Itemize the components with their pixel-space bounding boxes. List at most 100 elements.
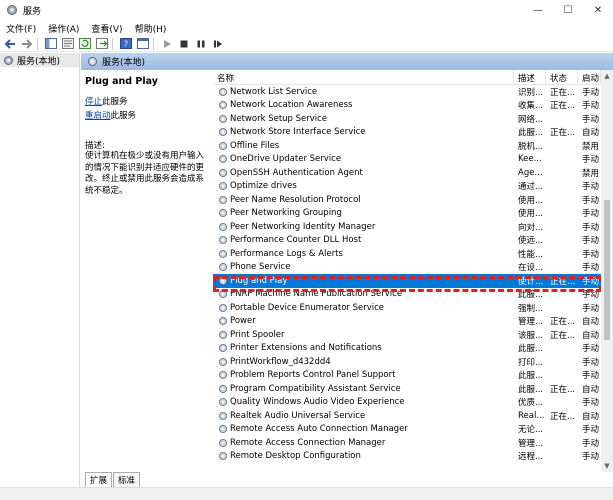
service-row[interactable]: Remote Access Connection Manager 管理... 手动 xyxy=(213,436,601,450)
service-description: 此服... xyxy=(518,290,544,301)
service-name: Peer Networking Identity Manager xyxy=(213,222,514,232)
restart-icon[interactable] xyxy=(211,37,225,51)
service-startup-type: 手动 xyxy=(582,290,600,301)
service-row[interactable]: Peer Networking Identity Manager 向对... 手动 xyxy=(213,220,601,234)
service-gear-icon xyxy=(218,87,228,96)
service-name: PrintWorkflow_d432dd4 xyxy=(213,357,514,367)
service-row[interactable]: Remote Desktop Configuration 远程... 手动 xyxy=(213,450,601,464)
service-startup-type: 手动 xyxy=(582,371,600,382)
service-row[interactable]: Performance Counter DLL Host 使远... 手动 xyxy=(213,234,601,248)
pause-icon[interactable] xyxy=(194,37,208,51)
service-row[interactable]: Problem Reports Control Panel Support 此服.… xyxy=(213,369,601,383)
service-row[interactable]: Portable Device Enumerator Service 强制... 手… xyxy=(213,301,601,315)
service-row[interactable]: Network Store Interface Service 此服... 正在..… xyxy=(213,126,601,140)
minimize-button[interactable]: — xyxy=(523,0,553,20)
service-row[interactable]: Quality Windows Audio Video Experience 优质… xyxy=(213,396,601,410)
service-row[interactable]: Network Location Awareness 收集... 正在... 手动 xyxy=(213,99,601,113)
service-row[interactable]: Network List Service 识别... 正在... 手动 xyxy=(213,85,601,99)
service-name: Optimize drives xyxy=(213,181,514,191)
service-name-text: Offline Files xyxy=(230,140,280,151)
service-description: 此服... xyxy=(518,384,544,395)
service-row[interactable]: Optimize drives 通过... 手动 xyxy=(213,180,601,194)
service-status: 正在... xyxy=(550,330,576,341)
service-description: 使计... xyxy=(518,276,544,287)
service-name-text: Power xyxy=(230,316,256,327)
scroll-up-icon[interactable]: ▲ xyxy=(601,70,613,82)
close-button[interactable]: ✕ xyxy=(583,0,613,20)
service-row[interactable]: OneDrive Updater Service Kee... 手动 xyxy=(213,153,601,167)
column-header-description[interactable]: 描述 xyxy=(514,70,546,85)
column-header-name[interactable]: 名称 xyxy=(213,70,514,85)
service-row[interactable]: Plug and Play 使计... 正在... 手动 xyxy=(213,274,601,288)
menu-file[interactable]: 文件(F) xyxy=(0,22,42,35)
tab-standard[interactable]: 标准 xyxy=(113,472,141,487)
menu-view[interactable]: 查看(V) xyxy=(85,22,128,35)
scroll-down-icon[interactable]: ▼ xyxy=(601,460,613,472)
restart-service-line: 重启动此服务 xyxy=(85,109,209,121)
toolbar-separator xyxy=(153,37,154,50)
column-header-status[interactable]: 状态 xyxy=(546,70,578,85)
service-startup-type: 手动 xyxy=(582,438,600,449)
restart-service-link[interactable]: 重启动 xyxy=(85,111,111,121)
service-row[interactable]: Power 管理... 正在... 自动 xyxy=(213,315,601,329)
service-row[interactable]: Performance Logs & Alerts 性能... 手动 xyxy=(213,247,601,261)
service-gear-icon xyxy=(218,371,228,380)
service-startup-type: 手动 xyxy=(582,222,600,233)
tree-item-services-local[interactable]: 服务(本地) xyxy=(0,53,79,67)
service-description: 管理... xyxy=(518,317,544,328)
service-row[interactable]: Offline Files 脱机... 禁用 xyxy=(213,139,601,153)
service-row[interactable]: Print Spooler 该服... 正在... 自动 xyxy=(213,328,601,342)
service-name-text: Network Location Awareness xyxy=(230,100,353,111)
tab-extended[interactable]: 扩展 xyxy=(85,472,113,487)
service-row[interactable]: Realtek Audio Universal Service Real... 正在… xyxy=(213,409,601,423)
forward-icon[interactable] xyxy=(20,37,34,51)
service-row[interactable]: PNRP Machine Name Publication Service 此服.… xyxy=(213,288,601,302)
service-row[interactable]: Program Compatibility Assistant Service 此… xyxy=(213,382,601,396)
service-gear-icon xyxy=(218,344,228,353)
help-icon[interactable]: ? xyxy=(119,37,133,51)
service-startup-type: 禁用 xyxy=(582,141,600,152)
service-status: 正在... xyxy=(550,276,576,287)
service-name: Network List Service xyxy=(213,87,514,97)
play-icon[interactable] xyxy=(160,37,174,51)
service-row[interactable]: Remote Access Auto Connection Manager 无论.… xyxy=(213,423,601,437)
console-icon[interactable] xyxy=(136,37,150,51)
service-row[interactable]: Network Setup Service 网络... 手动 xyxy=(213,112,601,126)
service-gear-icon xyxy=(218,276,228,285)
stop-icon[interactable] xyxy=(177,37,191,51)
service-description: 使用... xyxy=(518,195,544,206)
service-name: Performance Counter DLL Host xyxy=(213,235,514,245)
service-name: Network Setup Service xyxy=(213,114,514,124)
vertical-scrollbar[interactable]: ▲ ▼ xyxy=(601,70,613,472)
maximize-button[interactable]: ☐ xyxy=(553,0,583,20)
console-tree: 服务(本地) xyxy=(0,53,80,487)
service-startup-type: 手动 xyxy=(582,114,600,125)
service-row[interactable]: Peer Name Resolution Protocol 使用... 手动 xyxy=(213,193,601,207)
service-gear-icon xyxy=(218,195,228,204)
service-row[interactable]: Peer Networking Grouping 使用... 手动 xyxy=(213,207,601,221)
stop-service-link[interactable]: 停止 xyxy=(85,97,102,107)
service-name-text: Network Setup Service xyxy=(230,113,328,124)
service-name: Remote Desktop Configuration xyxy=(213,451,514,461)
menu-help[interactable]: 帮助(H) xyxy=(129,22,173,35)
column-header-startup[interactable]: 启动 xyxy=(578,70,601,85)
service-name-text: Remote Desktop Configuration xyxy=(230,451,361,462)
show-tree-icon[interactable] xyxy=(44,37,58,51)
service-row[interactable]: Phone Service 在设... 手动 xyxy=(213,261,601,275)
properties-icon[interactable] xyxy=(61,37,75,51)
service-gear-icon xyxy=(218,357,228,366)
back-icon[interactable] xyxy=(3,37,17,51)
service-name-text: Network List Service xyxy=(230,86,318,97)
service-name: Remote Access Auto Connection Manager xyxy=(213,424,514,434)
menu-action[interactable]: 操作(A) xyxy=(42,22,85,35)
service-startup-type: 自动 xyxy=(582,411,600,422)
service-name-text: Performance Logs & Alerts xyxy=(230,248,343,259)
service-row[interactable]: PrintWorkflow_d432dd4 打印... 手动 xyxy=(213,355,601,369)
scrollbar-thumb[interactable] xyxy=(604,200,610,340)
service-name-text: Performance Counter DLL Host xyxy=(230,235,362,246)
refresh-icon[interactable] xyxy=(78,37,92,51)
service-row[interactable]: Printer Extensions and Notifications 此服..… xyxy=(213,342,601,356)
service-row[interactable]: OpenSSH Authentication Agent Age... 禁用 xyxy=(213,166,601,180)
export-icon[interactable] xyxy=(95,37,109,51)
service-description: 管理... xyxy=(518,438,544,449)
